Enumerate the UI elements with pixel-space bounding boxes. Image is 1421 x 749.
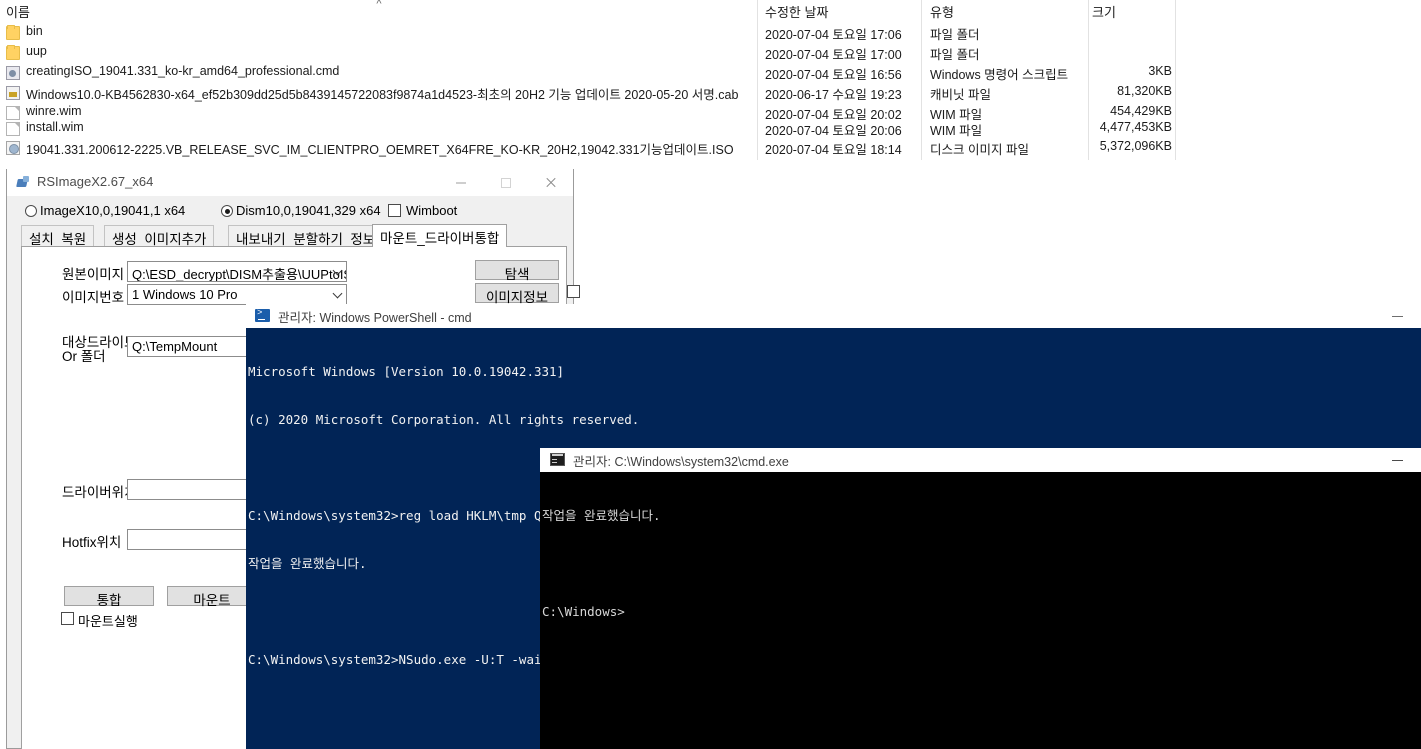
image-index-label: 이미지번호 (62, 290, 125, 305)
table-row[interactable]: bin 2020-07-04 토요일 17:06 파일 폴더 (0, 24, 1421, 42)
cabinet-icon (6, 86, 20, 100)
mount-button[interactable]: 마운트 (167, 586, 257, 608)
radio-circle-icon (25, 205, 37, 217)
minimize-button[interactable] (1375, 448, 1421, 472)
tab-bar: 설치_복원 생성_이미지추가 내보내기_분할하기_정보수정 마운트_드라이버통합 (21, 224, 567, 247)
file-name: Windows10.0-KB4562830-x64_ef52b309dd25d5… (26, 88, 739, 102)
close-icon (545, 177, 557, 189)
cmd-script-icon (6, 66, 20, 80)
column-header-type[interactable]: 유형 (930, 2, 954, 21)
file-type: 파일 폴더 (930, 28, 980, 42)
checkbox-icon (61, 612, 74, 625)
browse-button[interactable]: 탐색 (475, 260, 559, 282)
hotfix-path-label: Hotfix위치 (62, 535, 122, 550)
tab-mount-driver-integration[interactable]: 마운트_드라이버통합 (372, 224, 508, 247)
column-header-size[interactable]: 크기 (1092, 2, 1116, 21)
console-line: C:\Windows> (542, 604, 625, 619)
cmd-window: 관리자: C:\Windows\system32\cmd.exe 작업을 완료했… (540, 448, 1421, 749)
table-row[interactable]: Windows10.0-KB4562830-x64_ef52b309dd25d5… (0, 84, 1421, 102)
file-type: 디스크 이미지 파일 (930, 143, 1029, 157)
chevron-down-icon (334, 289, 342, 297)
window-title: 관리자: C:\Windows\system32\cmd.exe (573, 455, 789, 469)
file-date: 2020-06-17 수요일 19:23 (765, 88, 902, 102)
table-row[interactable]: 19041.331.200612-2225.VB_RELEASE_SVC_IM_… (0, 139, 1421, 157)
minimize-icon (455, 182, 466, 184)
file-type: 파일 폴더 (930, 48, 980, 62)
file-name: bin (26, 24, 43, 38)
file-name: creatingISO_19041.331_ko-kr_amd64_profes… (26, 64, 340, 78)
file-name: winre.wim (26, 104, 82, 118)
file-type: 캐비닛 파일 (930, 88, 991, 102)
source-image-combo[interactable]: Q:\ESD_decrypt\DISM추출용\UUPtoISO\install.… (127, 261, 347, 282)
file-name: install.wim (26, 120, 84, 134)
file-date: 2020-07-04 토요일 20:06 (765, 124, 902, 138)
tab-install-restore[interactable]: 설치_복원 (21, 225, 95, 247)
minimize-button[interactable] (1375, 304, 1421, 328)
image-index-value: 1 Windows 10 Pro (132, 287, 238, 302)
table-row[interactable]: uup 2020-07-04 토요일 17:00 파일 폴더 (0, 44, 1421, 62)
powershell-titlebar[interactable]: 관리자: Windows PowerShell - cmd (246, 304, 1421, 328)
integrate-button[interactable]: 통합 (64, 586, 154, 608)
tab-create-addimage[interactable]: 생성_이미지추가 (104, 225, 215, 247)
source-image-value: Q:\ESD_decrypt\DISM추출용\UUPtoISO\install.… (132, 267, 346, 282)
file-explorer-list: ^ 이름 수정한 날짜 유형 크기 bin 2020-07-04 토요일 17:… (0, 0, 1421, 170)
close-button[interactable] (528, 169, 573, 197)
file-size: 3KB (1148, 64, 1172, 78)
file-date: 2020-07-04 토요일 17:00 (765, 48, 902, 62)
document-icon (6, 106, 20, 120)
console-line: (c) 2020 Microsoft Corporation. All righ… (248, 412, 640, 427)
window-title: 관리자: Windows PowerShell - cmd (278, 311, 472, 325)
radio-label: ImageX10,0,19041,1 x64 (40, 203, 186, 218)
file-date: 2020-07-04 토요일 16:56 (765, 68, 902, 82)
window-title: RSImageX2.67_x64 (37, 174, 154, 189)
folder-icon (6, 25, 20, 40)
cmd-console-output[interactable]: 작업을 완료했습니다. C:\Windows> (540, 472, 1421, 749)
maximize-icon (500, 178, 511, 188)
cmd-icon (550, 453, 565, 466)
screen-root: ^ 이름 수정한 날짜 유형 크기 bin 2020-07-04 토요일 17:… (0, 0, 1421, 749)
file-type: Windows 명령어 스크립트 (930, 68, 1069, 82)
radio-label: Dism10,0,19041,329 x64 (236, 203, 381, 218)
minimize-icon (1392, 460, 1403, 461)
table-row[interactable]: creatingISO_19041.331_ko-kr_amd64_profes… (0, 64, 1421, 82)
cmd-titlebar[interactable]: 관리자: C:\Windows\system32\cmd.exe (540, 448, 1421, 472)
file-name: uup (26, 44, 47, 58)
checkbox-icon (388, 204, 401, 217)
file-date: 2020-07-04 토요일 17:06 (765, 28, 902, 42)
file-type: WIM 파일 (930, 124, 983, 138)
image-info-checkbox[interactable] (567, 285, 580, 298)
driver-path-label: 드라이버위치 (62, 485, 137, 500)
file-date: 2020-07-04 토요일 18:14 (765, 143, 902, 157)
column-header-date[interactable]: 수정한 날짜 (765, 2, 828, 21)
rsimagex-titlebar[interactable]: RSImageX2.67_x64 (7, 169, 573, 197)
app-icon (16, 176, 30, 190)
target-drive-label-line2: Or 폴더 (62, 349, 106, 364)
console-line: Microsoft Windows [Version 10.0.19042.33… (248, 364, 565, 379)
disc-image-icon (6, 141, 20, 155)
engine-selector-group: ImageX10,0,19041,1 x64 Dism10,0,19041,32… (7, 199, 575, 223)
document-icon (6, 122, 20, 136)
image-info-button[interactable]: 이미지정보 (475, 283, 559, 305)
console-line: 작업을 완료했습니다. (542, 508, 661, 523)
file-name: 19041.331.200612-2225.VB_RELEASE_SVC_IM_… (26, 143, 734, 157)
file-size: 454,429KB (1110, 104, 1172, 118)
sort-ascending-icon[interactable]: ^ (372, 0, 386, 10)
column-header-name[interactable]: 이름 (6, 2, 30, 21)
chevron-down-icon (334, 266, 342, 274)
source-image-label: 원본이미지 (62, 267, 125, 282)
file-size: 4,477,453KB (1099, 120, 1172, 134)
image-index-combo[interactable]: 1 Windows 10 Pro (127, 284, 347, 305)
minimize-button[interactable] (438, 169, 483, 197)
minimize-icon (1392, 316, 1403, 317)
radio-circle-icon (221, 205, 233, 217)
folder-icon (6, 45, 20, 60)
powershell-icon (255, 308, 270, 322)
checkbox-label: 마운트실행 (78, 614, 138, 629)
file-size: 5,372,096KB (1099, 139, 1172, 153)
checkbox-label: Wimboot (406, 203, 458, 218)
table-row[interactable]: install.wim 2020-07-04 토요일 20:06 WIM 파일 … (0, 120, 1421, 138)
file-size: 81,320KB (1117, 84, 1172, 98)
maximize-button[interactable] (483, 169, 528, 197)
